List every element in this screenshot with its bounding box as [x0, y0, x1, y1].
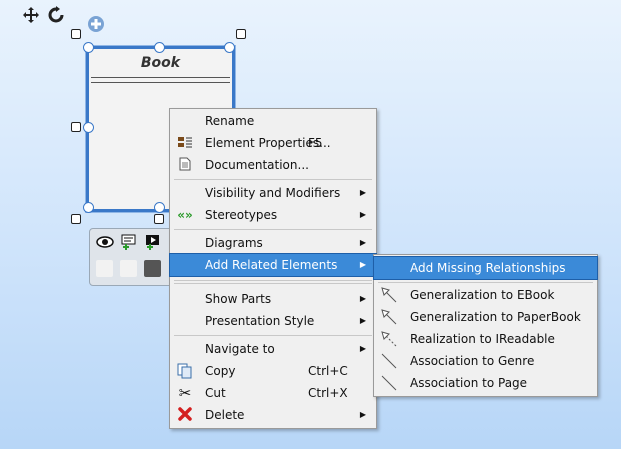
- submenu-item-add-missing-relationships[interactable]: Add Missing Relationships: [373, 256, 598, 280]
- menu-item-label: Generalization to EBook: [410, 288, 555, 302]
- delete-icon: [177, 407, 193, 423]
- submenu-arrow-icon: ▶: [359, 410, 366, 419]
- menu-item-label: Cut: [205, 386, 226, 400]
- menu-separator: [174, 280, 372, 281]
- submenu-item-generalization-paperbook[interactable]: Generalization to PaperBook: [374, 306, 597, 328]
- menu-item-label: Delete: [205, 408, 245, 422]
- move-icon[interactable]: [22, 6, 40, 28]
- add-icon[interactable]: [87, 15, 105, 37]
- menu-item-shortcut: Ctrl+X: [308, 386, 348, 400]
- class-name: Book: [140, 55, 181, 71]
- menu-item-show-parts[interactable]: Show Parts ▶: [170, 288, 376, 310]
- resize-handle-ml[interactable]: [71, 122, 81, 132]
- menu-item-presentation-style[interactable]: Presentation Style ▶: [170, 310, 376, 332]
- context-menu: Rename Element Properties... F5 Document…: [169, 108, 377, 429]
- submenu-arrow-icon: ▶: [359, 188, 366, 197]
- connection-anchor[interactable]: [154, 202, 165, 213]
- connection-anchor[interactable]: [83, 122, 94, 133]
- menu-separator: [174, 283, 372, 284]
- add-operation-icon[interactable]: [144, 234, 162, 253]
- menu-separator: [174, 335, 372, 336]
- menu-item-label: Generalization to PaperBook: [410, 310, 581, 324]
- submenu-item-association-page[interactable]: Association to Page: [374, 372, 597, 394]
- generalization-icon: [381, 309, 397, 325]
- menu-item-label: Association to Genre: [410, 354, 535, 368]
- generalization-icon: [381, 287, 397, 303]
- quick-palette: [89, 228, 181, 286]
- menu-item-label: Rename: [205, 114, 255, 128]
- menu-item-copy[interactable]: Copy Ctrl+C: [170, 360, 376, 382]
- menu-item-navigate-to[interactable]: Navigate to ▶: [170, 338, 376, 360]
- realization-icon: [381, 331, 397, 347]
- connection-anchor[interactable]: [83, 202, 94, 213]
- submenu-arrow-icon: ▶: [359, 294, 366, 303]
- menu-item-label: Diagrams: [205, 236, 263, 250]
- copy-icon: [177, 363, 193, 379]
- fill-swatch-white[interactable]: [96, 260, 113, 277]
- fill-swatch-light[interactable]: [120, 260, 137, 277]
- submenu-item-association-genre[interactable]: Association to Genre: [374, 350, 597, 372]
- menu-item-label: Association to Page: [410, 376, 528, 390]
- menu-item-label: Show Parts: [205, 292, 272, 306]
- menu-item-label: Presentation Style: [205, 314, 315, 328]
- eye-icon[interactable]: [96, 235, 114, 252]
- divider: [91, 77, 230, 78]
- resize-handle-tr[interactable]: [236, 29, 246, 39]
- submenu-arrow-icon: ▶: [359, 260, 366, 269]
- menu-item-cut[interactable]: ✂ Cut Ctrl+X: [170, 382, 376, 404]
- resize-handle-bm[interactable]: [154, 214, 164, 224]
- menu-item-delete[interactable]: Delete ▶: [170, 404, 376, 426]
- menu-item-rename[interactable]: Rename: [170, 110, 376, 132]
- add-attribute-icon[interactable]: [120, 234, 138, 253]
- menu-item-label: Navigate to: [205, 342, 275, 356]
- submenu-arrow-icon: ▶: [359, 238, 366, 247]
- menu-item-documentation[interactable]: Documentation...: [170, 154, 376, 176]
- submenu-arrow-icon: ▶: [359, 316, 366, 325]
- submenu-item-generalization-ebook[interactable]: Generalization to EBook: [374, 284, 597, 306]
- menu-item-add-related-elements[interactable]: Add Related Elements ▶: [169, 253, 377, 277]
- menu-item-shortcut: Ctrl+C: [308, 364, 348, 378]
- menu-item-diagrams[interactable]: Diagrams ▶: [170, 232, 376, 254]
- menu-item-label: Documentation...: [205, 158, 309, 172]
- stereotype-icon: «»: [177, 208, 193, 222]
- menu-item-visibility[interactable]: Visibility and Modifiers ▶: [170, 182, 376, 204]
- resize-handle-tl[interactable]: [71, 29, 81, 39]
- menu-item-label: Stereotypes: [205, 208, 278, 222]
- connection-anchor[interactable]: [224, 42, 235, 53]
- scissors-icon: ✂: [178, 384, 192, 402]
- resize-handle-bl[interactable]: [71, 214, 81, 224]
- menu-item-label: Copy: [205, 364, 236, 378]
- menu-item-label: Realization to IReadable: [410, 332, 555, 346]
- connection-anchor[interactable]: [154, 42, 165, 53]
- submenu-arrow-icon: ▶: [359, 344, 366, 353]
- submenu-arrow-icon: ▶: [359, 210, 366, 219]
- add-related-elements-submenu: Add Missing Relationships Generalization…: [373, 254, 598, 397]
- menu-item-element-properties[interactable]: Element Properties... F5: [170, 132, 376, 154]
- menu-item-label: Add Related Elements: [205, 258, 338, 272]
- divider: [91, 82, 230, 83]
- menu-separator: [174, 229, 372, 230]
- menu-separator: [378, 282, 593, 283]
- document-icon: [177, 157, 193, 173]
- menu-item-label: Visibility and Modifiers: [205, 186, 341, 200]
- connection-anchor[interactable]: [83, 42, 94, 53]
- association-icon: [381, 353, 397, 369]
- association-icon: [381, 375, 397, 391]
- refresh-icon[interactable]: [47, 6, 65, 28]
- menu-item-label: Add Missing Relationships: [410, 261, 566, 275]
- menu-item-stereotypes[interactable]: «» Stereotypes ▶: [170, 204, 376, 226]
- properties-icon: [177, 135, 193, 151]
- submenu-item-realization-ireadable[interactable]: Realization to IReadable: [374, 328, 597, 350]
- fill-swatch-dark[interactable]: [144, 260, 161, 277]
- menu-item-shortcut: F5: [308, 136, 323, 150]
- menu-separator: [174, 179, 372, 180]
